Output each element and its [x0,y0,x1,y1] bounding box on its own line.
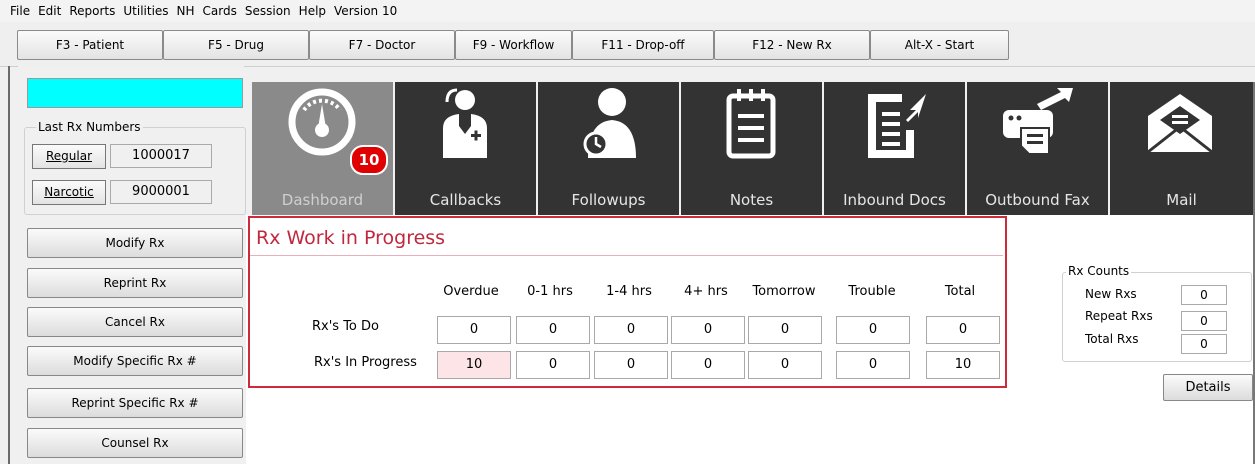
tile-dashboard[interactable]: 10 Dashboard [252,82,393,215]
rx-work-in-progress-title: Rx Work in Progress [256,227,446,249]
menu-version[interactable]: Version 10 [330,0,401,22]
tile-inbound-docs[interactable]: Inbound Docs [824,82,965,215]
dashboard-badge: 10 [350,145,388,175]
narcotic-rx-number: 9000001 [110,180,212,204]
function-key-toolbar: F3 - Patient F5 - Drug F7 - Doctor F9 - … [0,22,1255,67]
tile-label-followups: Followups [571,191,646,209]
inbound-document-icon [868,94,926,158]
cell-todo-overdue: 0 [437,316,511,344]
speedometer-icon [288,88,356,156]
menu-reports[interactable]: Reports [65,0,119,22]
mail-icon [1147,94,1213,154]
menu-help[interactable]: Help [295,0,330,22]
tile-callbacks[interactable]: Callbacks [395,82,536,215]
reprint-rx-button[interactable]: Reprint Rx [27,268,243,298]
column-header-1-4-hrs: 1-4 hrs [606,284,652,299]
reprint-specific-rx-button[interactable]: Reprint Specific Rx # [27,388,243,418]
modify-rx-button[interactable]: Modify Rx [27,228,243,258]
details-button[interactable]: Details [1163,374,1253,401]
total-rxs-label: Total Rxs [1085,332,1139,346]
fax-icon [1003,88,1073,155]
quick-entry-field[interactable] [27,78,243,108]
cell-todo-0-1-hrs: 0 [516,316,590,344]
person-clock-icon [583,88,636,158]
tile-label-notes: Notes [729,191,774,209]
cell-todo-tomorrow: 0 [748,316,822,344]
start-button[interactable]: Alt-X - Start [870,30,1009,60]
rx-counts-title: Rx Counts [1066,264,1132,278]
cell-todo-total: 0 [926,316,1000,344]
regular-button[interactable]: Regular [32,144,106,169]
workflow-button[interactable]: F9 - Workflow [455,30,572,60]
tile-outbound-fax[interactable]: Outbound Fax [967,82,1108,215]
menu-edit[interactable]: Edit [34,0,65,22]
tile-label-dashboard: Dashboard [281,191,364,209]
total-rxs-value: 0 [1181,334,1227,354]
tile-label-callbacks: Callbacks [429,191,502,209]
column-header-4-plus-hrs: 4+ hrs [684,284,728,299]
doctor-button[interactable]: F7 - Doctor [309,30,455,60]
cell-inprogress-trouble: 0 [836,351,910,379]
drop-off-button[interactable]: F11 - Drop-off [572,30,714,60]
new-rxs-value: 0 [1181,285,1227,305]
cell-inprogress-0-1-hrs: 0 [516,351,590,379]
column-header-trouble: Trouble [848,284,896,299]
menu-bar: File Edit Reports Utilities NH Cards Session He… [0,0,1255,23]
cell-todo-4-plus-hrs: 0 [671,316,745,344]
cell-inprogress-total: 10 [926,351,1000,379]
notepad-icon [726,89,776,159]
column-header-0-1-hrs: 0-1 hrs [527,284,573,299]
column-header-tomorrow: Tomorrow [752,284,816,299]
cancel-rx-button[interactable]: Cancel Rx [27,307,243,337]
modify-specific-rx-button[interactable]: Modify Specific Rx # [27,346,243,376]
tile-label-mail: Mail [1166,191,1197,209]
column-header-overdue: Overdue [443,284,499,299]
doctor-icon [443,88,487,158]
column-header-total: Total [944,284,976,299]
tile-mail[interactable]: Mail [1110,82,1253,215]
menu-file[interactable]: File [6,0,34,22]
counsel-rx-button[interactable]: Counsel Rx [27,428,243,458]
menu-session[interactable]: Session [241,0,295,22]
cell-inprogress-tomorrow: 0 [748,351,822,379]
cell-inprogress-overdue: 10 [437,351,511,379]
cell-inprogress-4-plus-hrs: 0 [671,351,745,379]
menu-nh[interactable]: NH [173,0,199,22]
new-rxs-label: New Rxs [1085,287,1137,301]
patient-button[interactable]: F3 - Patient [17,30,163,60]
menu-utilities[interactable]: Utilities [119,0,172,22]
menu-cards[interactable]: Cards [199,0,241,22]
repeat-rxs-value: 0 [1181,311,1227,331]
new-rx-button[interactable]: F12 - New Rx [714,30,870,60]
repeat-rxs-label: Repeat Rxs [1085,309,1153,323]
regular-rx-number: 1000017 [110,144,212,168]
left-border [8,66,10,464]
last-rx-numbers-title: Last Rx Numbers [36,120,143,134]
cell-inprogress-1-4-hrs: 0 [594,351,668,379]
row-label-to-do: Rx's To Do [312,319,379,334]
row-label-in-progress: Rx's In Progress [314,355,417,370]
tile-label-outbound-fax: Outbound Fax [985,191,1090,209]
cell-todo-trouble: 0 [836,316,910,344]
tile-followups[interactable]: Followups [538,82,679,215]
title-divider [250,255,1003,256]
drug-button[interactable]: F5 - Drug [163,30,309,60]
tile-label-inbound-docs: Inbound Docs [843,191,946,209]
narcotic-button[interactable]: Narcotic [32,180,106,205]
cell-todo-1-4-hrs: 0 [594,316,668,344]
tile-notes[interactable]: Notes [681,82,822,215]
